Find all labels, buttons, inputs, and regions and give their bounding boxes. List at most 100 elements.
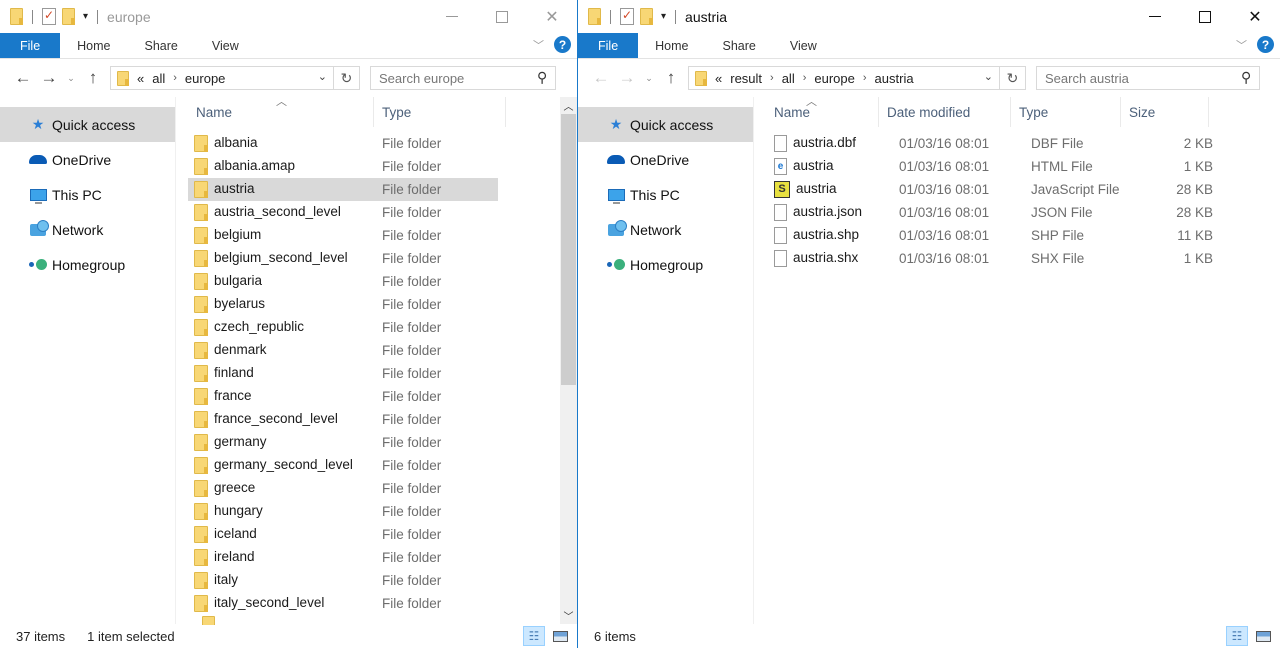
column-type[interactable]: Type: [1011, 97, 1121, 127]
properties-icon[interactable]: [620, 8, 634, 25]
column-date-modified[interactable]: Date modified: [879, 97, 1011, 127]
breadcrumb-overflow[interactable]: «: [715, 71, 722, 86]
refresh-button[interactable]: ↻: [999, 67, 1025, 89]
list-item[interactable]: hungary File folder: [176, 500, 577, 523]
help-icon[interactable]: ?: [554, 36, 571, 53]
chevron-right-icon[interactable]: ›: [803, 72, 807, 84]
list-item[interactable]: albania.amap File folder: [176, 155, 577, 178]
list-item[interactable]: france_second_level File folder: [176, 408, 577, 431]
minimize-button[interactable]: [427, 0, 477, 33]
nav-this-pc[interactable]: This PC: [0, 177, 175, 212]
details-view-button[interactable]: ☷: [1226, 626, 1248, 646]
help-icon[interactable]: ?: [1257, 36, 1274, 53]
tab-file[interactable]: File: [0, 33, 61, 58]
back-button[interactable]: ←: [10, 68, 36, 88]
list-item[interactable]: czech_republic File folder: [176, 316, 577, 339]
forward-button[interactable]: →: [614, 68, 640, 88]
list-item[interactable]: germany File folder: [176, 431, 577, 454]
breadcrumb-austria[interactable]: austria: [875, 71, 914, 86]
maximize-button[interactable]: [1180, 0, 1230, 33]
nav-network[interactable]: Network: [578, 212, 753, 247]
list-item[interactable]: italy_second_level File folder: [176, 592, 577, 615]
tab-share[interactable]: Share: [706, 33, 773, 58]
chevron-down-icon[interactable]: ⌄: [984, 70, 993, 83]
tab-file[interactable]: File: [578, 33, 639, 58]
scroll-down-button[interactable]: ﹀: [560, 607, 577, 624]
list-item[interactable]: e austria 01/03/16 08:01 HTML File 1 KB: [754, 155, 1280, 178]
list-item[interactable]: Saustria 01/03/16 08:01 JavaScript File 28 …: [754, 178, 1280, 201]
tab-view[interactable]: View: [773, 33, 834, 58]
nav-onedrive[interactable]: OneDrive: [0, 142, 175, 177]
scrollbar-thumb[interactable]: [561, 114, 576, 386]
large-icons-view-button[interactable]: [549, 626, 571, 646]
tab-home[interactable]: Home: [638, 33, 705, 58]
tab-view[interactable]: View: [195, 33, 256, 58]
up-button[interactable]: ↑: [658, 68, 684, 88]
breadcrumb-result[interactable]: result: [730, 71, 762, 86]
breadcrumb-overflow[interactable]: «: [137, 71, 144, 86]
list-item[interactable]: albania File folder: [176, 132, 577, 155]
column-name[interactable]: Name: [176, 97, 374, 127]
nav-quick-access[interactable]: ★ Quick access: [0, 107, 175, 142]
up-button[interactable]: ↑: [80, 68, 106, 88]
large-icons-view-button[interactable]: [1252, 626, 1274, 646]
minimize-button[interactable]: [1130, 0, 1180, 33]
new-folder-icon[interactable]: [62, 8, 75, 25]
tab-home[interactable]: Home: [60, 33, 127, 58]
customize-toolbar-icon[interactable]: ▾: [661, 11, 666, 22]
list-item[interactable]: bulgaria File folder: [176, 270, 577, 293]
expand-ribbon-icon[interactable]: ﹀: [1236, 37, 1247, 53]
chevron-right-icon[interactable]: ›: [770, 72, 774, 84]
list-item[interactable]: finland File folder: [176, 362, 577, 385]
search-input[interactable]: Search austria ⚲: [1036, 66, 1260, 90]
chevron-right-icon[interactable]: ›: [173, 72, 177, 84]
chevron-right-icon[interactable]: ›: [863, 72, 867, 84]
list-item[interactable]: belgium File folder: [176, 224, 577, 247]
vertical-scrollbar[interactable]: ︿ ﹀: [560, 97, 577, 624]
back-button[interactable]: ←: [588, 68, 614, 88]
close-button[interactable]: ✕: [1230, 0, 1280, 33]
list-item[interactable]: italy File folder: [176, 569, 577, 592]
close-button[interactable]: ✕: [527, 0, 577, 33]
recent-locations-button[interactable]: ⌄: [62, 73, 80, 84]
nav-homegroup[interactable]: Homegroup: [0, 247, 175, 282]
list-item[interactable]: germany_second_level File folder: [176, 454, 577, 477]
tab-share[interactable]: Share: [128, 33, 195, 58]
list-item[interactable]: austria.dbf 01/03/16 08:01 DBF File 2 KB: [754, 132, 1280, 155]
nav-homegroup[interactable]: Homegroup: [578, 247, 753, 282]
refresh-button[interactable]: ↻: [333, 67, 359, 89]
list-item[interactable]: denmark File folder: [176, 339, 577, 362]
list-item[interactable]: austria.shp 01/03/16 08:01 SHP File 11 KB: [754, 224, 1280, 247]
scroll-up-button[interactable]: ︿: [560, 97, 577, 114]
nav-this-pc[interactable]: This PC: [578, 177, 753, 212]
column-type[interactable]: Type: [374, 97, 506, 127]
list-item[interactable]: iceland File folder: [176, 523, 577, 546]
new-folder-icon[interactable]: [640, 8, 653, 25]
expand-ribbon-icon[interactable]: ﹀: [533, 37, 544, 53]
list-item[interactable]: france File folder: [176, 385, 577, 408]
list-item[interactable]: belgium_second_level File folder: [176, 247, 577, 270]
search-input[interactable]: Search europe ⚲: [370, 66, 556, 90]
list-item[interactable]: byelarus File folder: [176, 293, 577, 316]
column-size[interactable]: Size: [1121, 97, 1209, 127]
breadcrumb-europe[interactable]: europe: [185, 71, 225, 86]
details-view-button[interactable]: ☷: [523, 626, 545, 646]
address-bar[interactable]: « all › europe ⌄ ↻: [110, 66, 360, 90]
recent-locations-button[interactable]: ⌄: [640, 73, 658, 84]
breadcrumb-all[interactable]: all: [782, 71, 795, 86]
properties-icon[interactable]: [42, 8, 56, 25]
nav-network[interactable]: Network: [0, 212, 175, 247]
customize-toolbar-icon[interactable]: ▾: [83, 11, 88, 22]
list-item[interactable]: austria.json 01/03/16 08:01 JSON File 28 KB: [754, 201, 1280, 224]
nav-quick-access[interactable]: ★ Quick access: [578, 107, 753, 142]
maximize-button[interactable]: [477, 0, 527, 33]
address-bar[interactable]: « result › all › europe › austria ⌄ ↻: [688, 66, 1026, 90]
list-item[interactable]: austria.shx 01/03/16 08:01 SHX File 1 KB: [754, 247, 1280, 270]
breadcrumb-europe[interactable]: europe: [814, 71, 854, 86]
list-item[interactable]: greece File folder: [176, 477, 577, 500]
search-icon[interactable]: ⚲: [537, 69, 547, 86]
list-item[interactable]: austria File folder: [176, 178, 577, 201]
breadcrumb-all[interactable]: all: [152, 71, 165, 86]
search-icon[interactable]: ⚲: [1241, 69, 1251, 86]
chevron-down-icon[interactable]: ⌄: [318, 70, 327, 83]
